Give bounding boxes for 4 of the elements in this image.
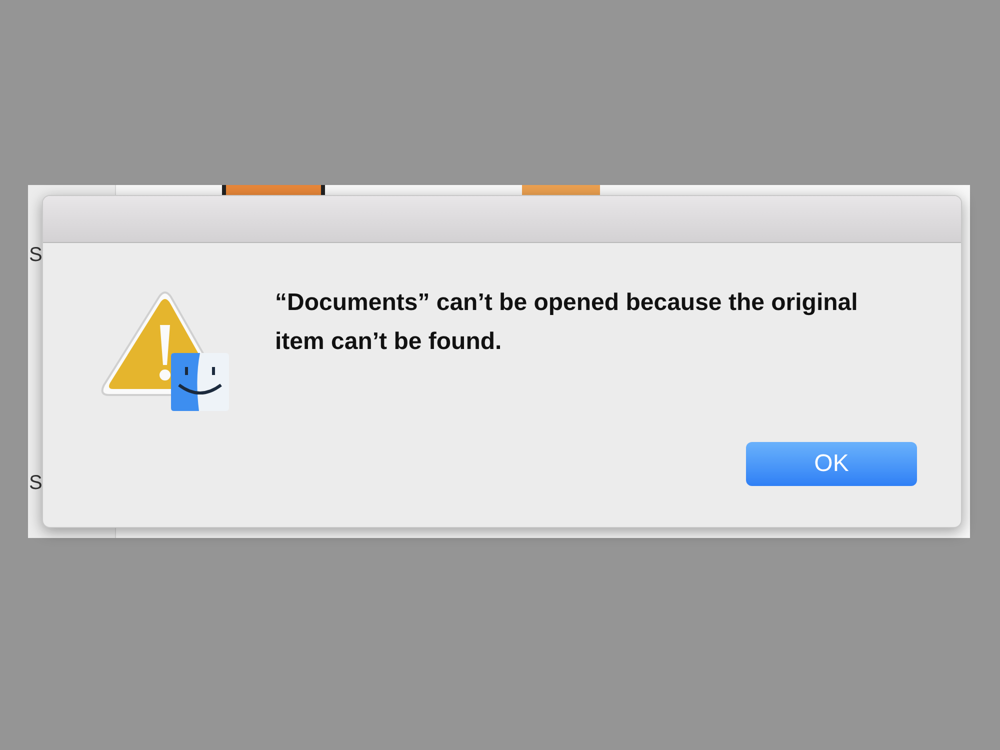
ok-button[interactable]: OK [746, 442, 917, 486]
alert-message: “Documents” can’t be opened because the original item can’t be found. [275, 288, 859, 357]
sidebar-label: S [28, 473, 44, 493]
sidebar-label: S [28, 245, 44, 265]
